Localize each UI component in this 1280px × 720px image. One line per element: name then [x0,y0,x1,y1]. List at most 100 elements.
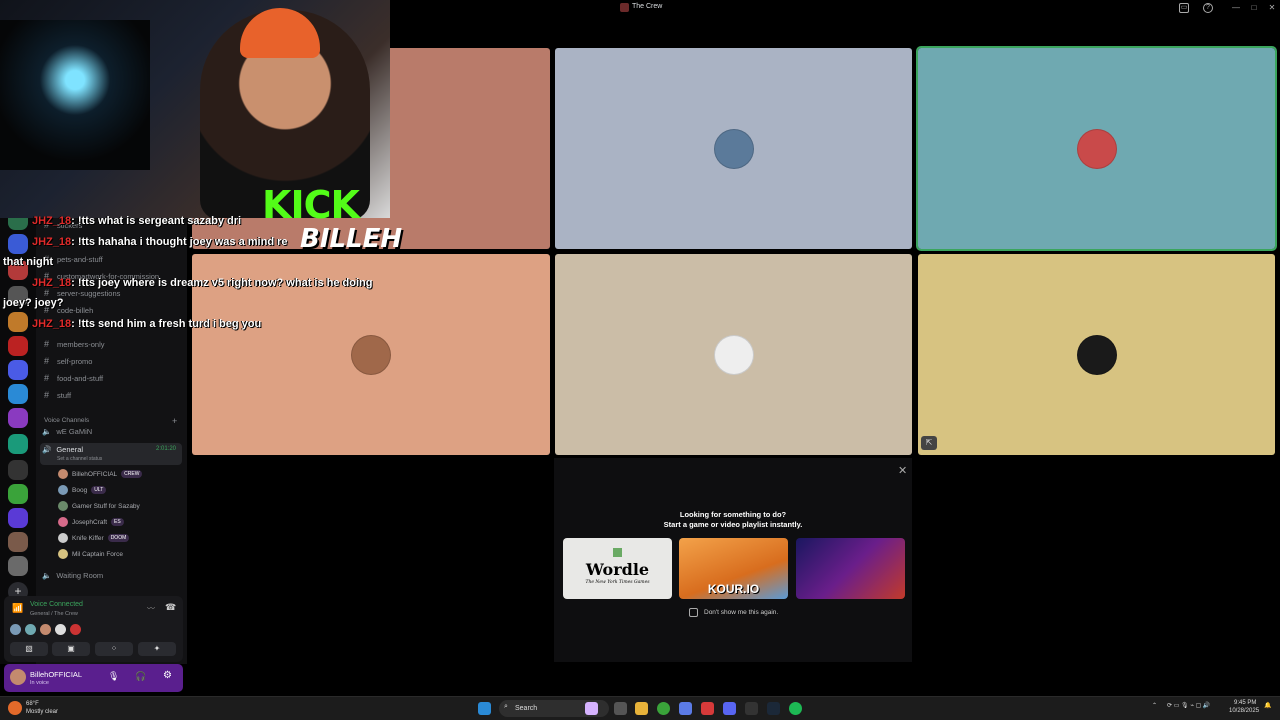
server-icon[interactable] [8,408,28,428]
soundboard-button[interactable]: ✦ [138,642,176,656]
voice-user[interactable]: BillehOFFICIAL CREW [58,468,143,480]
copilot-icon[interactable] [585,702,598,715]
discord-icon[interactable] [723,702,736,715]
game-title: Wordle [585,560,650,579]
voice-connected-label[interactable]: Voice Connected [30,601,83,608]
voice-user[interactable]: Knife Kiffer DOOM [58,532,130,544]
text-channel[interactable]: # members-only [44,337,105,351]
voice-channel-general[interactable]: 🔊 General 2:01:20 Set a channel status [40,443,182,465]
chat-message: that night [3,256,53,268]
clock-time[interactable]: 9:45 PM [1234,700,1256,706]
steam-icon[interactable] [767,702,780,715]
file-explorer-icon[interactable] [635,702,648,715]
server-icon[interactable] [8,460,28,480]
channel-label: stuff [57,390,72,400]
start-icon[interactable] [478,702,491,715]
server-icon[interactable] [8,532,28,552]
task-view-icon[interactable] [614,702,627,715]
close-icon[interactable]: ✕ [898,464,907,477]
weather-temp: 68°F [26,701,39,707]
avatar[interactable] [25,624,36,635]
chrome-icon[interactable] [657,702,670,715]
chat-text: : !tts what is sergeant sazaby dri [71,215,242,227]
notification-icon[interactable]: 🔔 [1264,702,1271,709]
close-button[interactable]: ✕ [1266,2,1278,14]
pop-out-icon[interactable]: ⇱ [921,436,937,450]
kour-card[interactable]: KOUR.IO [679,538,788,599]
server-icon[interactable] [8,434,28,454]
add-channel-icon[interactable]: + [172,416,177,426]
speaker-icon: 🔈 [42,571,52,580]
video-tile[interactable] [916,46,1277,251]
minimize-button[interactable]: — [1230,2,1242,14]
text-channel[interactable]: # self-promo [44,354,92,368]
channel-label: pets-and-stuff [57,254,103,264]
server-icon[interactable] [8,360,28,380]
server-icon[interactable] [8,312,28,332]
server-icon[interactable] [8,384,28,404]
server-icon[interactable] [8,336,28,356]
server-icon[interactable] [8,484,28,504]
voice-user[interactable]: Mil Captain Force [58,548,123,560]
noise-suppression-icon[interactable]: 〰 [147,603,155,614]
channel-status[interactable]: Set a channel status [57,456,102,462]
headphones-icon[interactable]: 🎧 [135,671,146,682]
pc-case-image [0,20,150,170]
inbox-icon[interactable]: ▭ [1179,3,1189,13]
app-icon[interactable] [701,702,714,715]
avatar [713,334,754,375]
chat-text: : !tts send him a fresh turd i beg you [71,318,262,330]
screen-share-button[interactable]: ▣ [52,642,90,656]
avatar[interactable] [10,624,21,635]
weather-desc: Mostly clear [26,709,59,715]
server-icon[interactable] [8,556,28,576]
voice-channel-wegaming[interactable]: 🔈 wE GaMiN [42,427,92,436]
help-icon[interactable]: ? [1203,3,1213,13]
camera-off-button[interactable]: ▧ [10,642,48,656]
avatar[interactable] [70,624,81,635]
avatar[interactable] [55,624,66,635]
hash-icon: # [44,390,50,400]
dont-show-checkbox[interactable] [689,608,698,617]
avatar[interactable] [40,624,51,635]
channel-label: self-promo [57,356,93,366]
server-icon[interactable] [8,508,28,528]
app-icon[interactable] [745,702,758,715]
user-tag: DOOM [107,534,130,542]
settings-icon[interactable]: ⚙ [163,670,172,681]
disconnect-icon[interactable]: ☎ [165,602,176,613]
spotify-icon[interactable] [789,702,802,715]
hash-icon: # [44,339,50,349]
voice-channel-label: General [56,445,84,454]
voice-channels-header[interactable]: Voice Channels [44,417,89,424]
avatar[interactable] [10,669,26,685]
clock-date[interactable]: 10/28/2025 [1229,708,1259,714]
microphone-icon[interactable]: 🎙 [108,671,119,682]
text-channel[interactable]: # stuff [44,388,71,402]
chat-username: JHZ_18 [32,215,72,227]
voice-channel-waiting[interactable]: 🔈 Waiting Room [42,571,103,580]
tray-icons[interactable]: ⟳ ▭ 🎙 ⌁ ▢ 🔊 [1167,702,1210,709]
app-icon[interactable] [679,702,692,715]
video-tile[interactable] [555,254,912,455]
voice-user[interactable]: Boog ULT [58,484,107,496]
video-tile[interactable] [555,48,912,249]
video-tile[interactable] [918,254,1275,455]
search-icon: ⌕ [504,703,508,710]
username[interactable]: BillehOFFICIAL [30,670,82,679]
server-icon[interactable] [8,234,28,254]
taskbar: 68°F Mostly clear Search ⌕ ⌃ ⟳ ▭ 🎙 ⌁ ▢ 🔊… [0,696,1280,720]
weather-icon[interactable] [8,701,22,715]
wordle-card[interactable]: Wordle The New York Times Games [563,538,672,599]
voice-user[interactable]: JosephCraft ES [58,516,124,528]
avatar [58,517,68,527]
maximize-button[interactable]: □ [1248,2,1260,14]
voice-user-name: Mil Captain Force [72,550,123,558]
tray-chevron-icon[interactable]: ⌃ [1152,702,1157,709]
activities-button[interactable]: ⁘ [95,642,133,656]
voice-user[interactable]: Gamer Stuff for Sazaby [58,500,140,512]
text-channel[interactable]: # food-and-stuff [44,371,103,385]
chess-card[interactable] [796,538,905,599]
avatar [58,533,68,543]
voice-channel-label: Waiting Room [56,571,104,580]
